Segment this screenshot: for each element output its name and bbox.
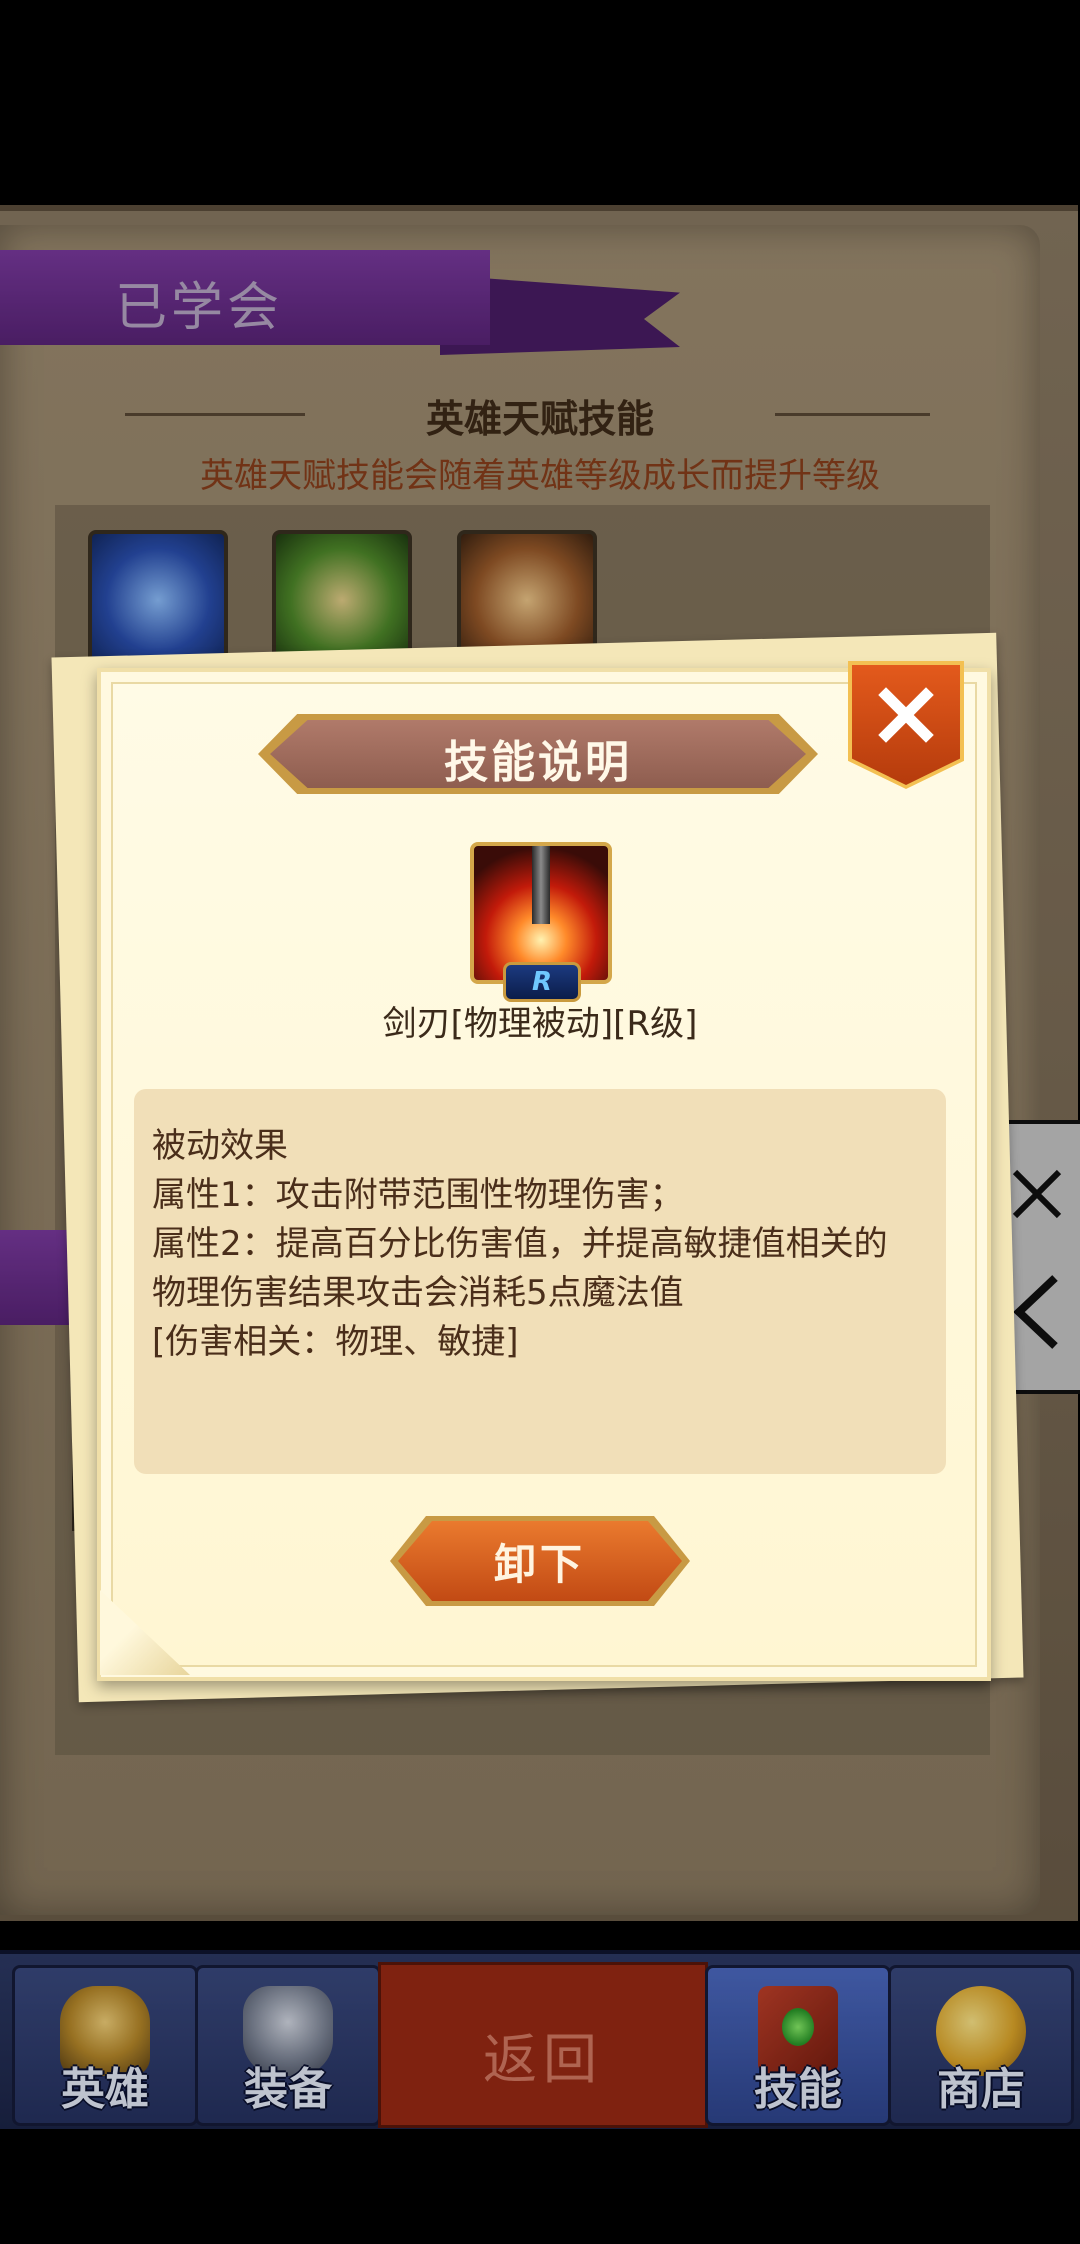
description-line: 被动效果 [152,1126,288,1166]
description-line: 属性2：提高百分比伤害值，并提高敏捷值相关的 [152,1224,888,1264]
description-line: 属性1：攻击附带范围性物理伤害； [152,1175,684,1215]
description-line: [伤害相关：物理、敏捷] [152,1322,519,1362]
blade-glyph [532,846,550,924]
skill-name: 剑刃[物理被动][R级] [382,1004,698,1044]
description-line: 物理伤害结果攻击会消耗5点魔法值 [152,1273,684,1313]
dialog-title: 技能说明 [444,737,632,788]
close-icon [878,687,934,743]
unequip-button[interactable]: 卸下 [398,1521,682,1601]
